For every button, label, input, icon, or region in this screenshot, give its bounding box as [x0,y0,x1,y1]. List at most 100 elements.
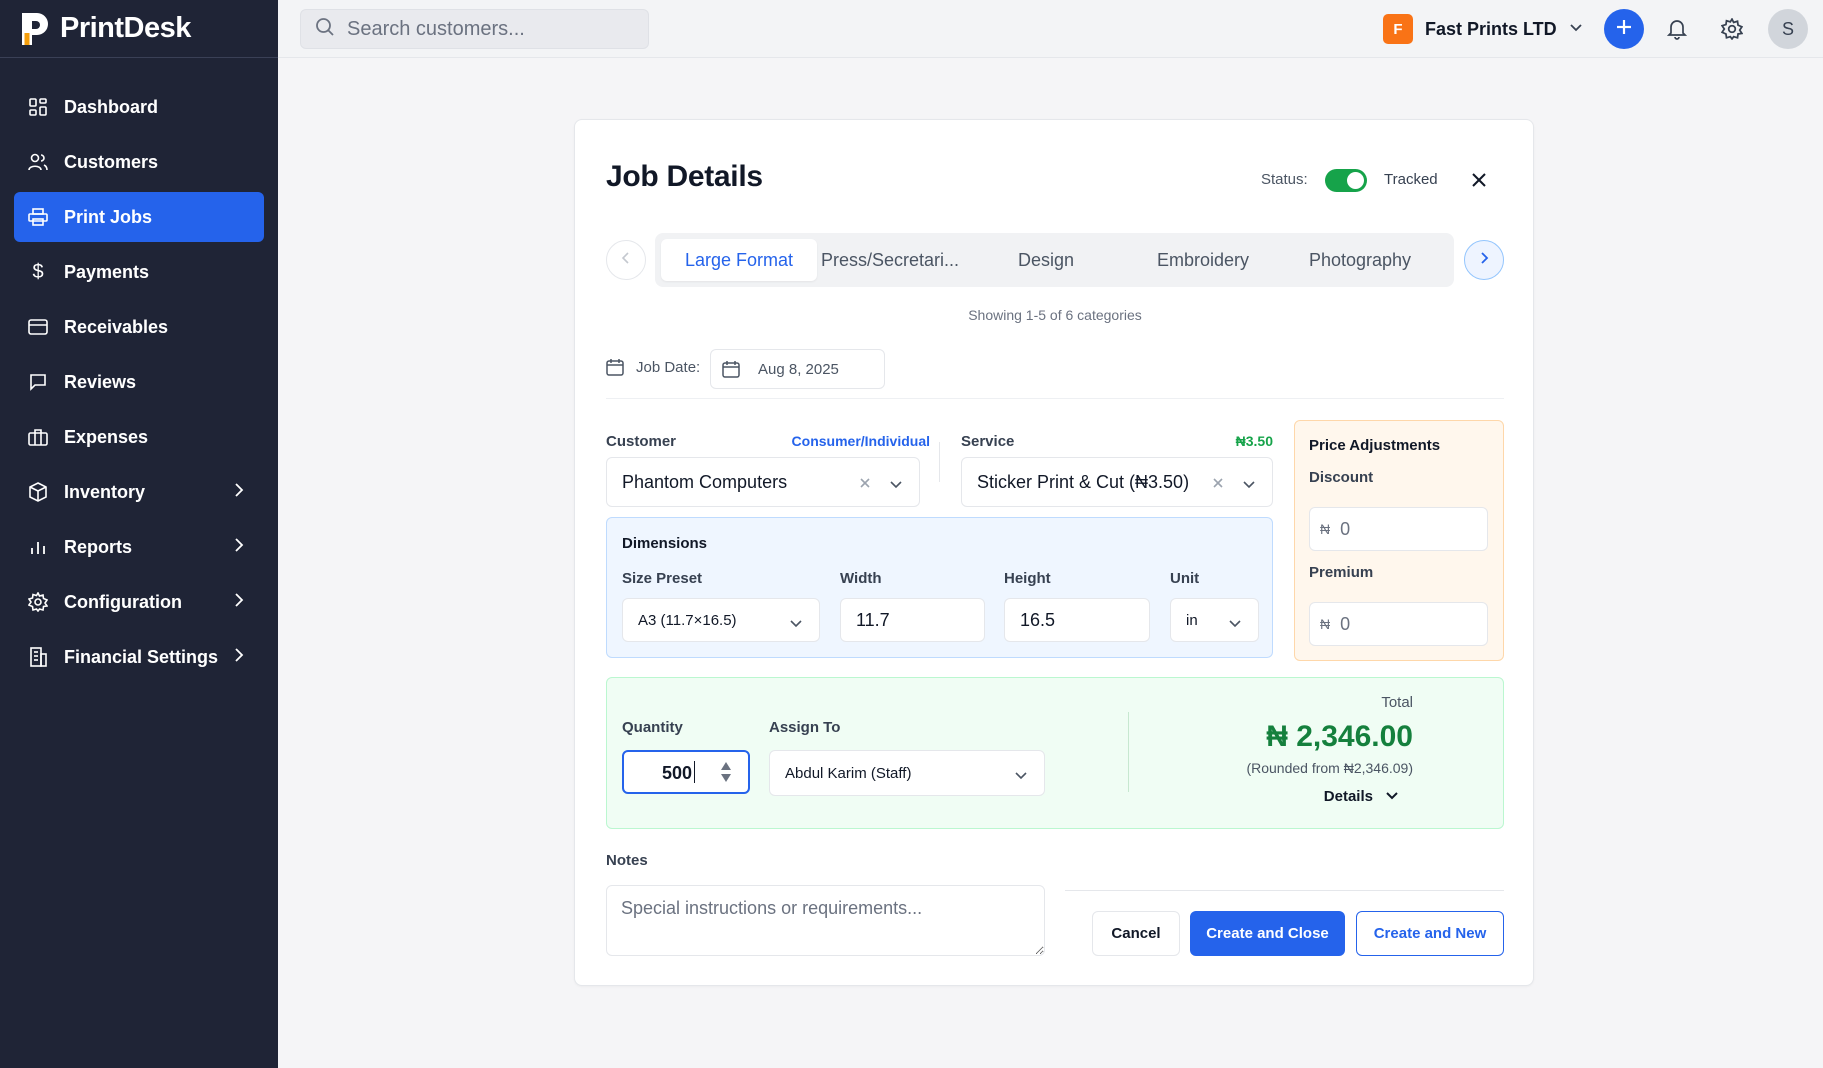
currency-symbol: ₦ [1320,521,1331,537]
clear-icon[interactable] [859,476,871,494]
status-label: Status: [1261,171,1308,188]
quantity-value: 500 [661,763,692,783]
field-separator [939,442,940,482]
width-label: Width [840,570,882,587]
size-preset-value: A3 (11.7×16.5) [638,611,737,629]
service-price: ₦3.50 [1235,433,1273,449]
premium-value: 0 [1340,613,1351,634]
size-preset-select[interactable]: A3 (11.7×16.5) [622,598,820,642]
service-label: Service [961,433,1015,450]
job-date-field[interactable]: Aug 8, 2025 [710,349,885,389]
width-value: 11.7 [856,609,890,630]
add-button[interactable] [1604,9,1644,49]
service-value: Sticker Print & Cut (₦3.50) [977,471,1190,492]
company-switcher[interactable]: F Fast Prints LTD [1383,14,1583,44]
search-input[interactable] [347,17,637,41]
total-label: Total [1381,694,1413,711]
status-toggle[interactable] [1325,169,1367,192]
calendar-icon [722,360,740,378]
tab-photography[interactable]: Photography [1285,239,1435,281]
sidebar-item-label: Receivables [64,316,169,337]
cancel-button[interactable]: Cancel [1092,911,1180,956]
tab-embroidery[interactable]: Embroidery [1128,239,1278,281]
tabs-next-button[interactable] [1464,240,1504,280]
chat-icon [28,372,48,392]
bar-chart-icon [28,537,48,557]
sidebar-item-label: Financial Settings [64,646,219,667]
job-details-card: Job Details Status: Tracked Large Format… [574,119,1534,986]
price-adjustments-panel: Price Adjustments Discount ₦ 0 Premium ₦… [1294,420,1504,661]
dashboard-icon [28,97,48,117]
sidebar-item-receivables[interactable]: Receivables [14,302,264,352]
bell-icon[interactable] [1666,18,1688,45]
company-name: Fast Prints LTD [1425,18,1557,39]
discount-input[interactable]: ₦ 0 [1309,507,1488,551]
settings-icon[interactable] [1720,17,1744,45]
close-icon[interactable] [1471,172,1487,193]
customer-select[interactable]: Phantom Computers [606,457,920,507]
search-bar[interactable] [300,9,649,49]
notes-textarea[interactable] [606,885,1045,956]
sidebar: PrintDesk Dashboard Customers Print Jobs… [0,0,278,1068]
avatar[interactable]: S [1768,9,1808,49]
sidebar-item-label: Inventory [64,481,146,502]
customer-type-link[interactable]: Consumer/Individual [780,433,930,449]
tab-design[interactable]: Design [971,239,1121,281]
total-value: ₦ 2,346.00 [1266,720,1413,753]
details-toggle[interactable]: Details [1324,788,1399,805]
card-icon [28,317,48,337]
unit-select[interactable]: in [1170,598,1259,642]
sidebar-item-expenses[interactable]: Expenses [14,412,264,462]
category-tabs: Large Format Press/Secretari... Design E… [655,233,1454,287]
box-icon [28,482,48,502]
company-badge: F [1383,14,1413,44]
chevron-down-icon [1014,768,1028,786]
sidebar-item-label: Print Jobs [64,206,153,227]
chevron-down-icon [1228,616,1242,633]
rounded-note: (Rounded from ₦2,346.09) [1246,760,1413,776]
chevron-right-icon [234,537,244,558]
sidebar-item-dashboard[interactable]: Dashboard [14,82,264,132]
logo-icon [20,11,52,47]
sidebar-item-customers[interactable]: Customers [14,137,264,187]
tabs-prev-button[interactable] [606,240,646,280]
assign-to-select[interactable]: Abdul Karim (Staff) [769,750,1045,796]
panel-separator [1128,712,1129,792]
chevron-down-icon [1385,788,1399,805]
sidebar-item-configuration[interactable]: Configuration [14,577,264,627]
tab-large-format[interactable]: Large Format [661,239,817,281]
price-adjustments-title: Price Adjustments [1309,437,1441,454]
height-value: 16.5 [1020,609,1056,630]
quantity-stepper[interactable]: 500 [622,750,750,794]
clear-icon[interactable] [1212,476,1224,494]
sidebar-item-print-jobs[interactable]: Print Jobs [14,192,264,242]
sidebar-item-label: Reviews [64,371,137,392]
create-and-new-button[interactable]: Create and New [1356,911,1504,956]
discount-label: Discount [1309,469,1374,486]
dimensions-panel: Dimensions Size Preset Width Height Unit… [606,517,1273,658]
sidebar-item-label: Configuration [64,591,182,612]
height-input[interactable]: 16.5 [1004,598,1150,642]
job-date-label-text: Job Date: [636,358,701,376]
create-and-close-button[interactable]: Create and Close [1190,911,1345,956]
topbar: F Fast Prints LTD S [278,0,1823,58]
sidebar-item-label: Customers [64,151,159,172]
status-value: Tracked [1384,171,1438,188]
plus-icon [1615,18,1633,41]
sidebar-item-inventory[interactable]: Inventory [14,467,264,517]
stepper-arrows-icon[interactable] [720,761,732,788]
size-preset-label: Size Preset [622,570,703,587]
sidebar-item-payments[interactable]: $ Payments [14,247,264,297]
width-input[interactable]: 11.7 [840,598,985,642]
sidebar-item-financial-settings[interactable]: Financial Settings [14,632,264,682]
tab-press-secretarial[interactable]: Press/Secretari... [815,239,965,281]
briefcase-icon [28,427,48,447]
service-select[interactable]: Sticker Print & Cut (₦3.50) [961,457,1273,507]
sidebar-item-reviews[interactable]: Reviews [14,357,264,407]
customer-value: Phantom Computers [622,471,788,492]
app-logo[interactable]: PrintDesk [0,0,278,58]
sidebar-item-label: Expenses [64,426,149,447]
assign-to-label: Assign To [769,719,841,736]
sidebar-item-reports[interactable]: Reports [14,522,264,572]
premium-input[interactable]: ₦ 0 [1309,602,1488,646]
